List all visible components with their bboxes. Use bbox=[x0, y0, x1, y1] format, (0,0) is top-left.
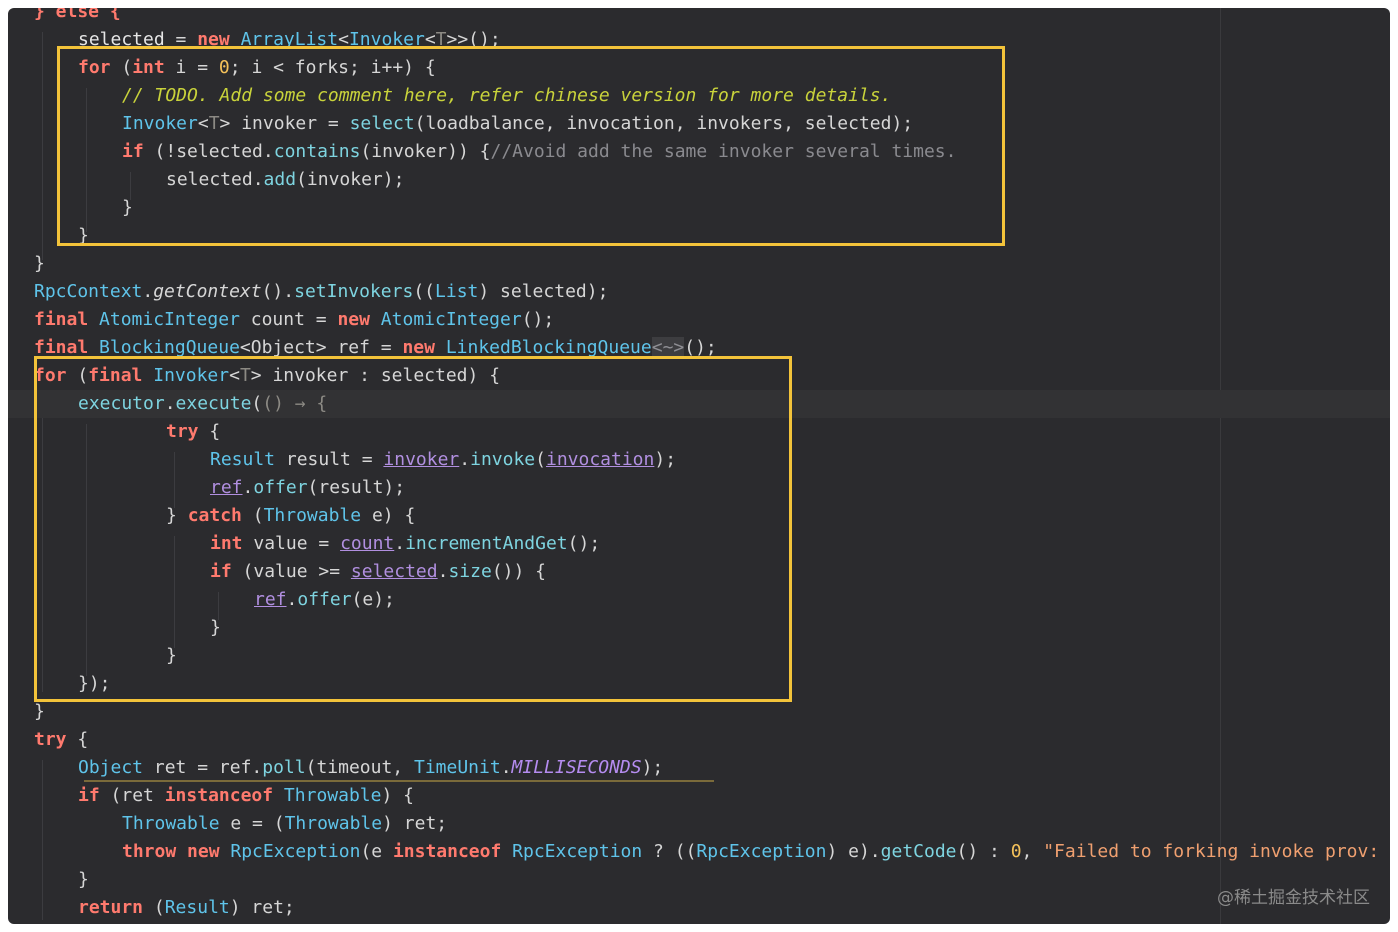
code-token: AtomicInteger bbox=[369, 309, 522, 330]
code-line[interactable]: Throwable e = (Throwable) ret; bbox=[8, 810, 1390, 838]
code-editor[interactable]: } else { selected = new ArrayList<Invoke… bbox=[8, 8, 1390, 924]
code-token: (e bbox=[360, 841, 393, 862]
code-line[interactable]: } bbox=[8, 866, 1390, 894]
code-token: <Object> ref = bbox=[239, 337, 403, 358]
code-line[interactable]: } else { bbox=[8, 8, 1390, 26]
code-token: List bbox=[435, 281, 479, 302]
code-token: ? (( bbox=[642, 841, 697, 862]
code-token: RpcException bbox=[696, 841, 827, 862]
code-token: new bbox=[402, 337, 435, 358]
code-token: RpcException bbox=[219, 841, 361, 862]
code-token: , bbox=[1021, 841, 1044, 862]
code-token: (); bbox=[521, 309, 555, 330]
code-token: throw bbox=[122, 841, 177, 862]
code-token: ) e). bbox=[826, 841, 881, 862]
code-line[interactable]: throw new RpcException(e instanceof RpcE… bbox=[8, 838, 1390, 866]
code-token: ) selected); bbox=[478, 281, 609, 302]
code-token: Throwable bbox=[284, 813, 383, 834]
highlight-box-executor-loop bbox=[34, 356, 792, 702]
code-token: ( bbox=[143, 897, 165, 918]
code-token: } else { bbox=[34, 8, 121, 22]
code-line[interactable]: return (Result) ret; bbox=[8, 894, 1390, 922]
code-line[interactable]: RpcContext.getContext().setInvokers((Lis… bbox=[8, 278, 1390, 306]
code-token: e = ( bbox=[219, 813, 285, 834]
code-token: final bbox=[34, 337, 89, 358]
code-line[interactable]: Object ret = ref.poll(timeout, TimeUnit.… bbox=[8, 754, 1390, 782]
code-token: final bbox=[34, 309, 89, 330]
code-token: AtomicInteger bbox=[88, 309, 240, 330]
code-token: ); bbox=[641, 757, 664, 778]
code-token: MILLISECONDS bbox=[511, 757, 642, 778]
code-token: . bbox=[142, 281, 154, 302]
code-token: TimeUnit bbox=[413, 757, 501, 778]
code-string: "Failed to forking invoke prov: bbox=[1043, 841, 1380, 862]
code-token: if bbox=[78, 785, 100, 806]
code-token: getContext bbox=[153, 281, 262, 302]
code-token: LinkedBlockingQueue bbox=[434, 337, 652, 358]
code-token: new bbox=[337, 309, 370, 330]
code-token: ) ret; bbox=[229, 897, 295, 918]
code-token: } bbox=[34, 253, 45, 274]
code-token: (( bbox=[413, 281, 436, 302]
code-token: Result bbox=[164, 897, 230, 918]
code-token: ) { bbox=[381, 785, 414, 806]
code-line[interactable]: if (ret instanceof Throwable) { bbox=[8, 782, 1390, 810]
code-token: try bbox=[34, 729, 67, 750]
code-token: getCode bbox=[880, 841, 957, 862]
code-token: setInvokers bbox=[294, 281, 414, 302]
code-token: Throwable bbox=[273, 785, 382, 806]
code-token: ) ret; bbox=[382, 813, 448, 834]
code-token: () : bbox=[956, 841, 1011, 862]
code-token: } bbox=[78, 869, 89, 890]
code-token: (); bbox=[684, 337, 717, 358]
code-token: Throwable bbox=[122, 813, 220, 834]
code-line[interactable]: final AtomicInteger count = new AtomicIn… bbox=[8, 306, 1390, 334]
code-token: RpcContext bbox=[34, 281, 143, 302]
code-token: } bbox=[34, 701, 45, 722]
code-token: instanceof bbox=[392, 841, 502, 862]
code-token: instanceof bbox=[164, 785, 274, 806]
watermark: @稀土掘金技术社区 bbox=[1217, 888, 1370, 908]
code-token: BlockingQueue bbox=[88, 337, 240, 358]
code-token: { bbox=[66, 729, 89, 750]
code-line[interactable]: } bbox=[8, 698, 1390, 726]
code-token: Object bbox=[78, 757, 144, 778]
code-token: RpcException bbox=[501, 841, 643, 862]
code-token: new bbox=[187, 841, 220, 862]
code-token: count = bbox=[239, 309, 338, 330]
code-token: poll bbox=[262, 757, 306, 778]
code-line[interactable]: try { bbox=[8, 726, 1390, 754]
code-token: (). bbox=[261, 281, 295, 302]
code-token: ret = ref. bbox=[143, 757, 263, 778]
code-token: return bbox=[78, 897, 144, 918]
diamond-hint[interactable]: <~> bbox=[651, 337, 685, 358]
code-token: . bbox=[500, 757, 512, 778]
code-token: (ret bbox=[99, 785, 165, 806]
highlight-box-for-loop bbox=[57, 46, 1005, 246]
code-token: 0 bbox=[1010, 841, 1022, 862]
code-token: (timeout, bbox=[305, 757, 414, 778]
code-line[interactable]: } bbox=[8, 250, 1390, 278]
